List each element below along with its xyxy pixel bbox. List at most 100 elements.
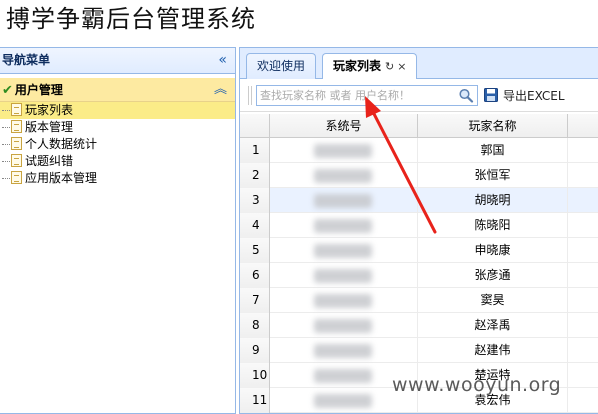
refresh-icon[interactable]: ↻ xyxy=(385,60,394,73)
group-header-user-management[interactable]: ✔ 用户管理 ︽ xyxy=(0,78,235,102)
cell-player-name: 胡晓明 xyxy=(418,188,568,213)
redacted-value xyxy=(314,219,372,233)
document-icon xyxy=(11,103,22,116)
grid-header: 系统号 玩家名称 xyxy=(240,114,598,138)
row-number: 4 xyxy=(240,213,270,238)
row-number: 10 xyxy=(240,363,270,388)
tab-welcome[interactable]: 欢迎使用 xyxy=(246,53,317,79)
row-number-header xyxy=(240,114,270,138)
search-box xyxy=(256,85,478,106)
cell-system-id xyxy=(270,263,418,288)
sidebar-item-label: 个人数据统计 xyxy=(25,137,98,151)
search-icon[interactable] xyxy=(458,88,474,103)
cell-system-id xyxy=(270,288,418,313)
cell-player-name: 赵建伟 xyxy=(418,338,568,363)
redacted-value xyxy=(314,319,372,333)
row-number: 7 xyxy=(240,288,270,313)
table-row[interactable]: 3 胡晓明 xyxy=(240,188,598,213)
sidebar-item-version-management[interactable]: 版本管理 xyxy=(0,119,235,136)
search-input[interactable] xyxy=(257,86,457,105)
cell-system-id xyxy=(270,313,418,338)
cell-player-name: 张恒军 xyxy=(418,163,568,188)
row-number: 6 xyxy=(240,263,270,288)
tree-connector xyxy=(2,144,10,145)
grid-body: 1 郭国 2 张恒军 3 胡晓明 4 陈晓阳 5 申晓康 6 张彦通 7 窦昊 8 赵泽禹 9 赵建伟 10 楚运特 1… xyxy=(240,138,598,413)
tab-label: 玩家列表 xyxy=(333,59,382,73)
tab-player-list[interactable]: 玩家列表 ↻ × xyxy=(322,53,418,80)
redacted-value xyxy=(314,194,372,208)
redacted-value xyxy=(314,244,372,258)
redacted-value xyxy=(314,269,372,283)
group-label: 用户管理 xyxy=(14,83,63,97)
main-panel: 欢迎使用 玩家列表↻× 导出EXCEL 系统号 玩家名称 xyxy=(239,47,598,414)
sidebar-item-label: 玩家列表 xyxy=(25,103,74,117)
tree-connector xyxy=(2,110,10,111)
cell-system-id xyxy=(270,163,418,188)
document-icon xyxy=(11,154,22,167)
tab-label: 欢迎使用 xyxy=(257,59,306,73)
sidebar-item-label: 应用版本管理 xyxy=(25,171,98,185)
cell-system-id xyxy=(270,338,418,363)
document-icon xyxy=(11,137,22,150)
sidebar-item-label: 版本管理 xyxy=(25,120,74,134)
table-row[interactable]: 8 赵泽禹 xyxy=(240,313,598,338)
redacted-value xyxy=(314,294,372,308)
cell-system-id xyxy=(270,238,418,263)
table-row[interactable]: 6 张彦通 xyxy=(240,263,598,288)
row-number: 3 xyxy=(240,188,270,213)
menu-tree: 玩家列表 版本管理 个人数据统计 试题纠错 应用版本管理 xyxy=(0,102,235,187)
row-number: 8 xyxy=(240,313,270,338)
checkmark-icon: ✔ xyxy=(2,83,13,98)
redacted-value xyxy=(314,369,372,383)
cell-player-name: 窦昊 xyxy=(418,288,568,313)
tree-connector xyxy=(2,161,10,162)
document-icon xyxy=(11,120,22,133)
group-collapse-icon[interactable]: ︽ xyxy=(214,78,227,102)
row-number: 9 xyxy=(240,338,270,363)
sidebar-item-question-correction[interactable]: 试题纠错 xyxy=(0,153,235,170)
cell-system-id xyxy=(270,188,418,213)
redacted-value xyxy=(314,344,372,358)
table-row[interactable]: 9 赵建伟 xyxy=(240,338,598,363)
table-row[interactable]: 4 陈晓阳 xyxy=(240,213,598,238)
table-row[interactable]: 1 郭国 xyxy=(240,138,598,163)
tabs-bar: 欢迎使用 玩家列表 ↻ × xyxy=(240,48,598,80)
sidebar-item-player-list[interactable]: 玩家列表 xyxy=(0,102,235,119)
cell-player-name: 赵泽禹 xyxy=(418,313,568,338)
page-title: 搏学争霸后台管理系统 xyxy=(6,5,256,33)
table-row[interactable]: 7 窦昊 xyxy=(240,288,598,313)
redacted-value xyxy=(314,169,372,183)
navigation-sidebar: 导航菜单 « ✔ 用户管理 ︽ 玩家列表 版本管理 个人数据统计 试题纠错 应用版… xyxy=(0,47,236,414)
row-number: 1 xyxy=(240,138,270,163)
column-header-system-id[interactable]: 系统号 xyxy=(270,114,418,138)
sidebar-title: 导航菜单 xyxy=(2,53,51,67)
column-header-player-name[interactable]: 玩家名称 xyxy=(418,114,568,138)
cell-player-name: 郭国 xyxy=(418,138,568,163)
cell-player-name: 陈晓阳 xyxy=(418,213,568,238)
cell-system-id xyxy=(270,213,418,238)
sidebar-item-app-version-management[interactable]: 应用版本管理 xyxy=(0,170,235,187)
cell-system-id xyxy=(270,138,418,163)
close-icon[interactable]: × xyxy=(397,60,406,73)
row-number: 5 xyxy=(240,238,270,263)
sidebar-item-label: 试题纠错 xyxy=(25,154,74,168)
tree-connector xyxy=(2,178,10,179)
export-excel-button[interactable]: 导出EXCEL xyxy=(484,86,565,106)
row-number: 2 xyxy=(240,163,270,188)
floppy-disk-icon xyxy=(484,88,498,102)
sidebar-item-personal-stats[interactable]: 个人数据统计 xyxy=(0,136,235,153)
table-row[interactable]: 2 张恒军 xyxy=(240,163,598,188)
sidebar-header: 导航菜单 « xyxy=(0,48,235,74)
player-grid: 系统号 玩家名称 1 郭国 2 张恒军 3 胡晓明 4 陈晓阳 5 申晓康 6 张彦通 7 窦昊 8 赵泽禹 9… xyxy=(240,114,598,413)
redacted-value xyxy=(314,394,372,408)
watermark: www.wooyun.org xyxy=(392,374,562,396)
table-row[interactable]: 5 申晓康 xyxy=(240,238,598,263)
cell-player-name: 张彦通 xyxy=(418,263,568,288)
redacted-value xyxy=(314,144,372,158)
sidebar-collapse-icon[interactable]: « xyxy=(218,48,227,73)
toolbar: 导出EXCEL xyxy=(240,79,598,112)
toolbar-separator xyxy=(248,86,252,105)
cell-player-name: 申晓康 xyxy=(418,238,568,263)
document-icon xyxy=(11,171,22,184)
export-label: 导出EXCEL xyxy=(503,89,565,103)
